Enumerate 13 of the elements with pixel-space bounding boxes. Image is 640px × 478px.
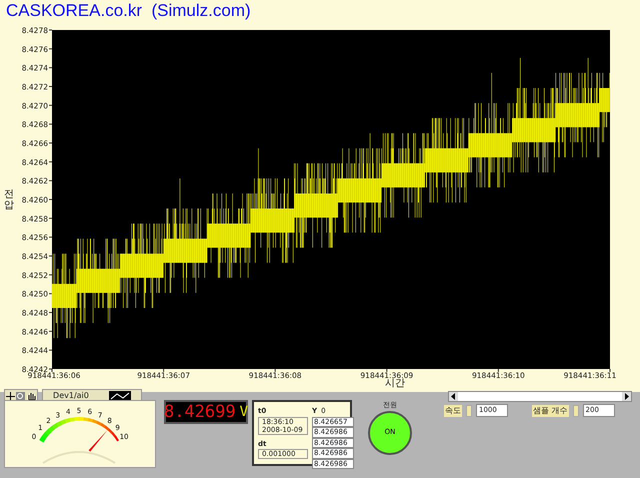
display-value: 8.42699	[164, 402, 236, 422]
cursor-cross-icon[interactable]	[6, 392, 15, 400]
x-axis-label: 시간	[384, 378, 406, 389]
y-axis-label: 전압	[4, 189, 14, 211]
legend-label: Dev1/ai0	[53, 390, 89, 402]
line-style-icon[interactable]	[108, 391, 131, 401]
unit-label: V	[240, 403, 248, 422]
scrollbar[interactable]	[448, 391, 632, 402]
scroll-left-button[interactable]	[449, 392, 458, 401]
app-title: CASKOREA.co.kr (Simulz.com)	[5, 0, 252, 22]
scroll-right-button[interactable]	[622, 392, 631, 401]
control-label: 속도	[444, 404, 462, 416]
control-label: 샘플 개수	[532, 404, 569, 416]
